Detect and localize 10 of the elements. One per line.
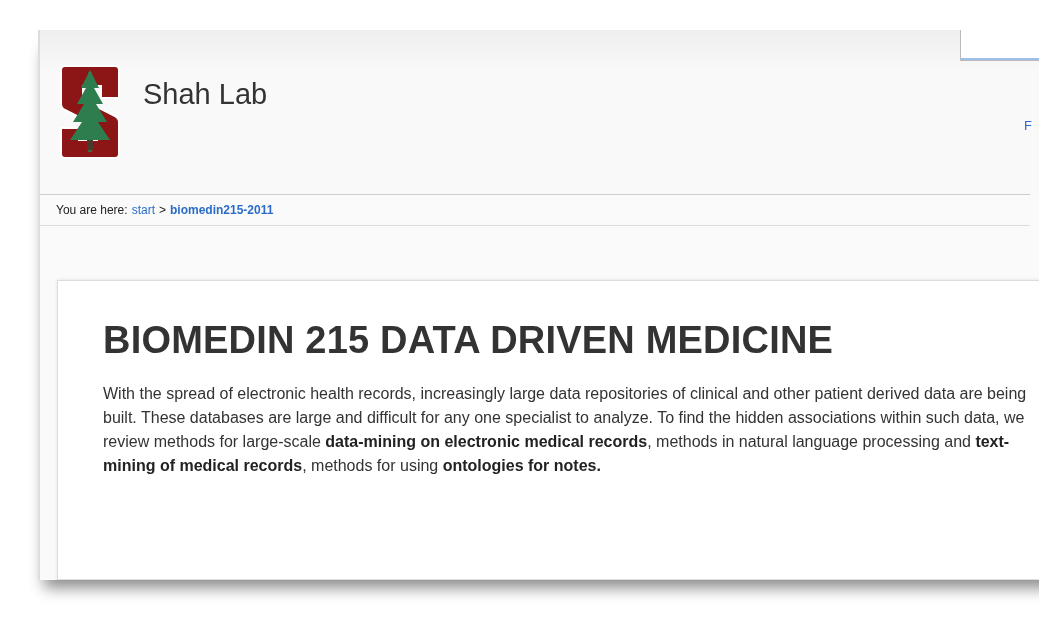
breadcrumb-link[interactable]: start	[131, 203, 155, 217]
site-title[interactable]: Shah Lab	[143, 78, 268, 111]
nav-link[interactable]: F	[1024, 118, 1032, 133]
breadcrumb-link[interactable]: biomedin215-2011	[170, 203, 274, 217]
page-heading: BIOMEDIN 215 DATA DRIVEN MEDICINE	[103, 319, 835, 362]
logo-icon	[57, 62, 123, 162]
breadcrumb-label: You are here:	[56, 203, 128, 217]
breadcrumb-separator: >	[158, 203, 166, 217]
intro-paragraph: With the spread of electronic health records, increasingly large data repositories of clinical and other patient derived data are being built. These databases are large and difficult for any one specialist to analyze. To find the hidden associations within such data, we review methods for large-scale data-mining on electronic medical records, methods in natural language processing and text-mining of medical records, methods for using ontologies for notes.	[103, 384, 1028, 476]
input-field[interactable]	[960, 30, 1039, 61]
